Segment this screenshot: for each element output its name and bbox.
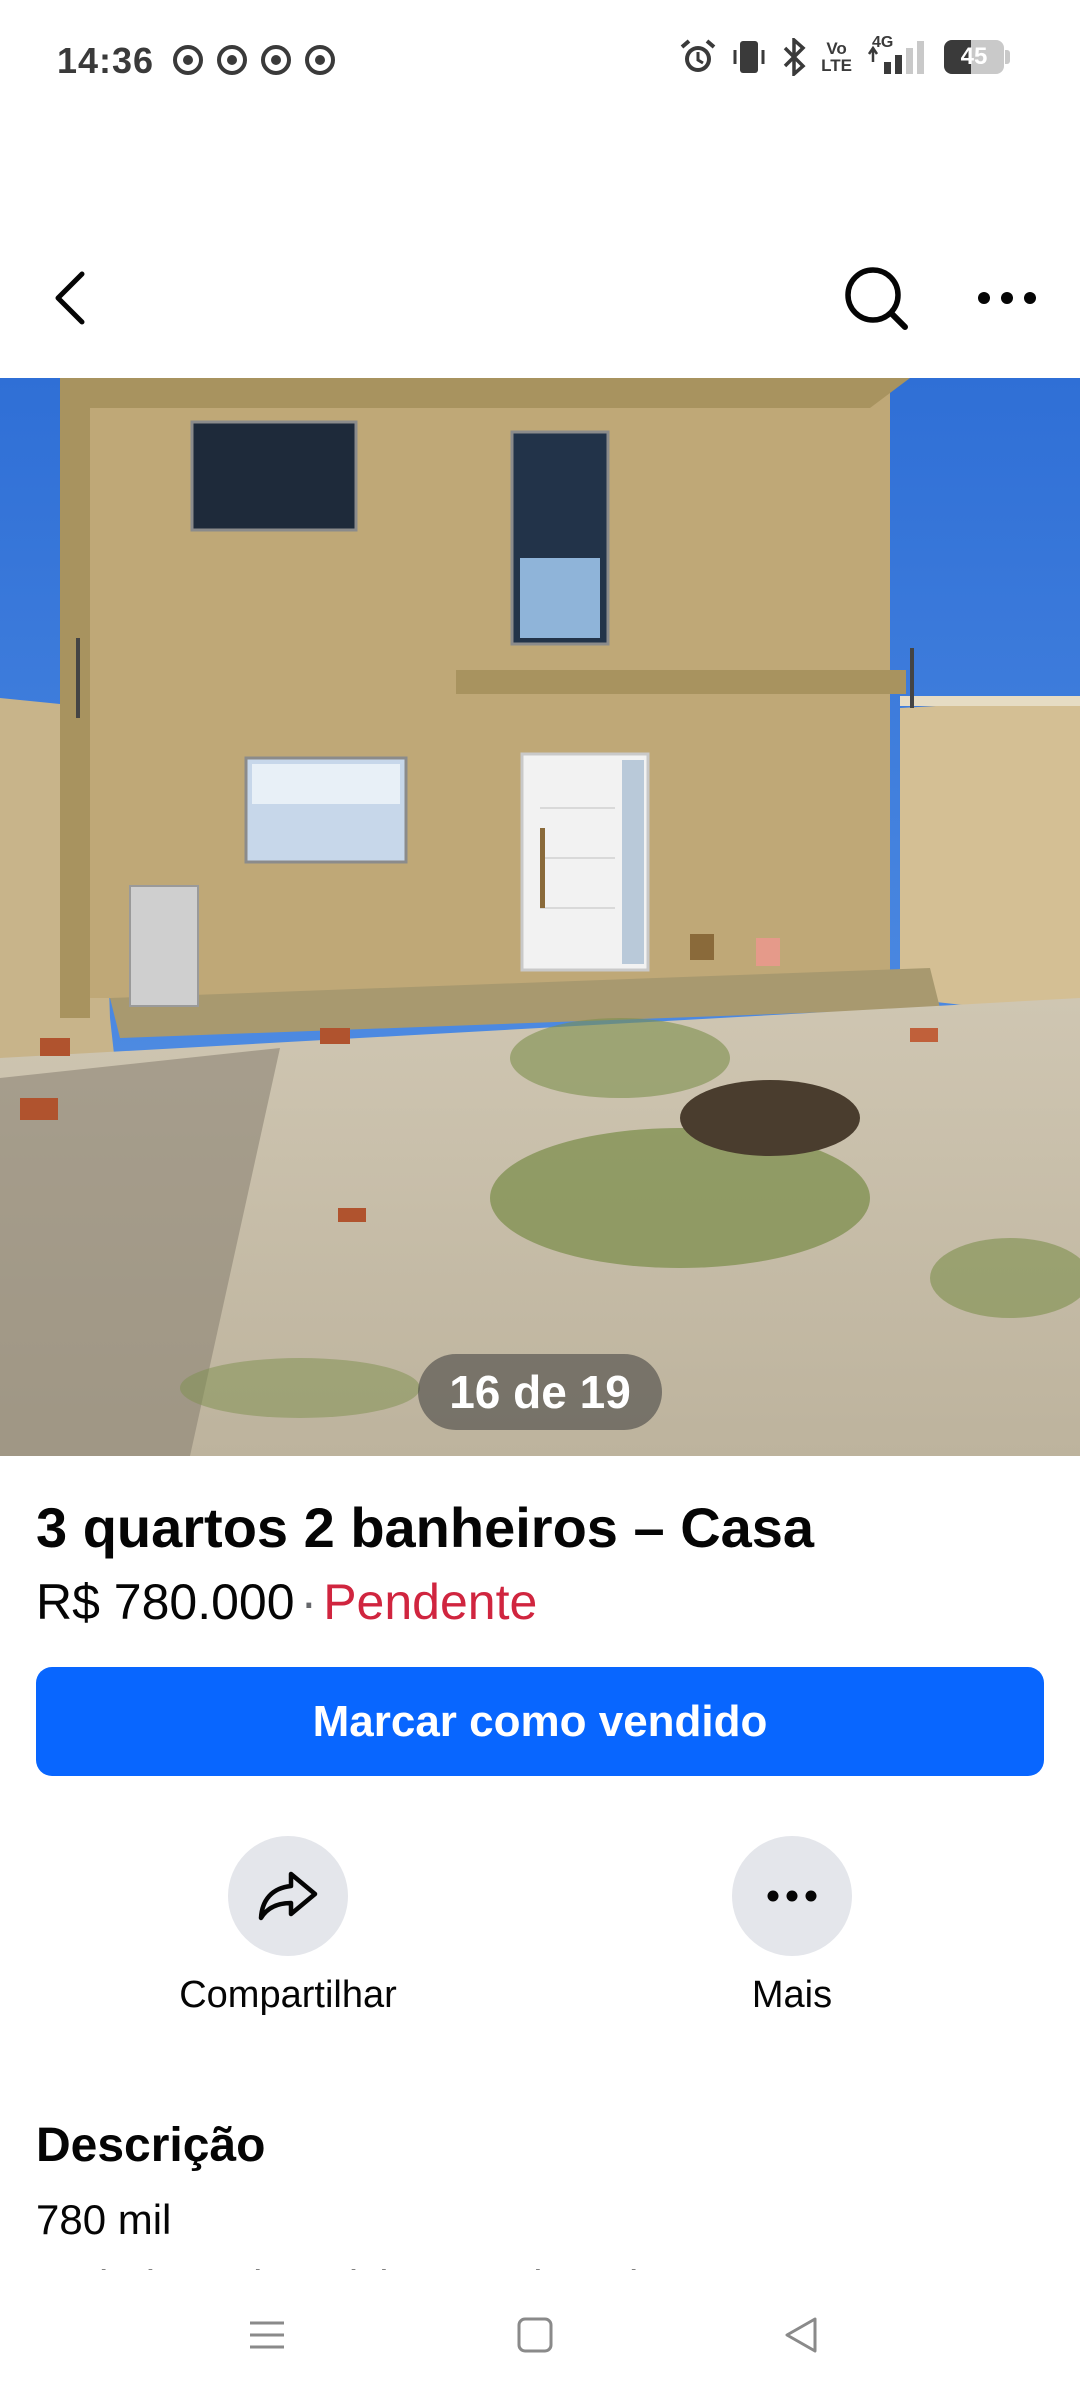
bluetooth-icon <box>783 38 806 76</box>
home-icon <box>517 2317 553 2353</box>
alarm-icon <box>680 39 716 72</box>
listing-title: 3 quartos 2 banheiros – Casa <box>36 1496 815 1559</box>
status-bar: 14:36 Vo LTE 4G 45 <box>0 0 1080 125</box>
status-time: 14:36 <box>57 40 155 81</box>
recents-icon <box>250 2321 284 2349</box>
battery-level: 45 <box>960 43 988 70</box>
chrome-icon <box>173 45 203 75</box>
share-icon <box>258 1871 318 1921</box>
chrome-icon <box>217 45 247 75</box>
listing-price: R$ 780.000 <box>36 1574 295 1630</box>
listing-status: Pendente <box>323 1574 538 1630</box>
price-line: R$ 780.000 · Pendente <box>36 1573 537 1631</box>
more-action[interactable]: Mais <box>642 1836 942 2017</box>
system-back-button[interactable] <box>741 2270 861 2400</box>
photo-counter: 16 de 19 <box>418 1354 662 1430</box>
vibrate-icon <box>733 41 765 73</box>
back-arrow-icon <box>55 271 85 325</box>
signal-icon: 4G <box>866 34 930 76</box>
search-button[interactable] <box>826 238 926 358</box>
back-button[interactable] <box>20 238 120 358</box>
volte-indicator: Vo LTE <box>821 39 852 75</box>
share-button[interactable] <box>228 1836 348 1956</box>
mark-as-sold-button[interactable]: Marcar como vendido <box>36 1667 1044 1776</box>
more-label: Mais <box>751 1974 833 2016</box>
share-action[interactable]: Compartilhar <box>138 1836 438 2017</box>
home-button[interactable] <box>475 2270 595 2400</box>
recents-button[interactable] <box>207 2270 327 2400</box>
more-icon <box>767 1890 817 1902</box>
description-line-1: 780 mil <box>36 2196 172 2243</box>
battery-icon: 45 <box>944 40 1010 74</box>
back-triangle-icon <box>785 2317 817 2353</box>
system-icons: Vo LTE 4G 45 <box>679 34 1010 76</box>
share-label: Compartilhar <box>179 1974 397 2016</box>
more-horizontal-icon <box>978 292 1036 304</box>
listing-photo[interactable] <box>0 378 1080 1456</box>
separator-dot: · <box>300 1574 318 1630</box>
search-icon <box>845 267 908 330</box>
system-navigation-bar <box>0 2270 1080 2400</box>
chrome-icon <box>305 45 335 75</box>
top-navigation <box>0 238 1080 358</box>
description-heading: Descrição <box>36 2119 266 2172</box>
chrome-icon <box>261 45 291 75</box>
house-photo-image <box>0 378 1080 1456</box>
more-button[interactable] <box>732 1836 852 1956</box>
more-options-button[interactable] <box>957 238 1057 358</box>
notification-icons <box>172 44 336 76</box>
